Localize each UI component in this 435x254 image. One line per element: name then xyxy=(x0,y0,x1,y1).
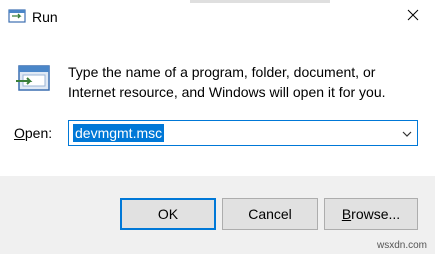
open-input[interactable]: devmgmt.msc xyxy=(73,124,165,142)
open-label-mnemonic: O xyxy=(14,125,25,141)
title-bar[interactable]: Run xyxy=(0,0,435,34)
browse-button[interactable]: Browse... xyxy=(324,198,418,230)
window-title: Run xyxy=(32,9,58,25)
run-app-icon xyxy=(8,8,28,24)
run-app-icon xyxy=(14,64,52,94)
close-icon xyxy=(407,8,419,26)
open-label-text: pen: xyxy=(24,125,53,141)
open-combobox[interactable]: devmgmt.msc xyxy=(68,120,418,146)
ok-button[interactable]: OK xyxy=(120,198,216,230)
close-button[interactable] xyxy=(395,2,431,32)
browse-mnemonic: B xyxy=(341,206,352,222)
open-label: Open: xyxy=(14,124,52,142)
chevron-down-icon[interactable] xyxy=(401,127,413,139)
dialog-description: Type the name of a program, folder, docu… xyxy=(68,64,386,100)
browse-label: rowse... xyxy=(351,206,401,222)
run-dialog: Run Type the name of a program, folder, … xyxy=(0,0,435,254)
watermark: wsxdn.com xyxy=(376,240,427,251)
cancel-button[interactable]: Cancel xyxy=(222,198,318,230)
